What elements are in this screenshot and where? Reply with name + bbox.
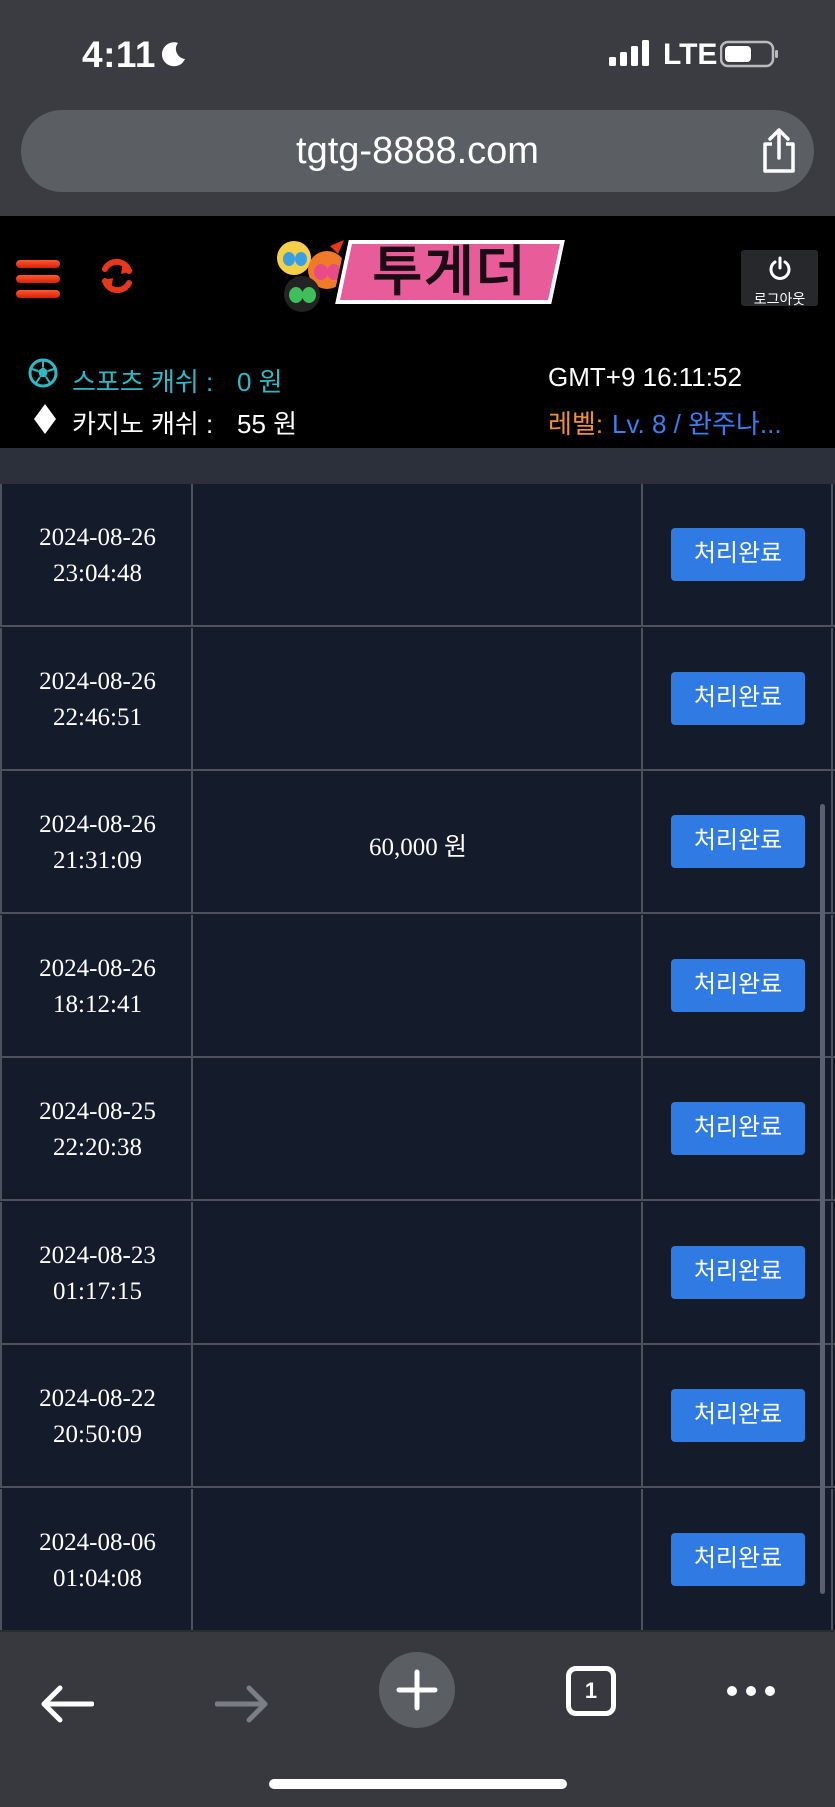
logout-label: 로그아웃 xyxy=(753,291,806,307)
tab-count: 1 xyxy=(584,1678,598,1703)
datetime-cell: 2024-08-26 22:46:51 xyxy=(0,627,191,771)
datetime-cell: 2024-08-06 01:04:08 xyxy=(0,1488,191,1630)
row-date: 2024-08-23 xyxy=(39,1241,156,1269)
row-amount: 60,000 원 xyxy=(368,834,467,861)
table-row: 2024-08-23 01:17:15 처리완료 xyxy=(0,1201,835,1345)
amount-cell xyxy=(191,1201,641,1345)
diamond-icon xyxy=(34,404,56,434)
home-indicator[interactable] xyxy=(269,1779,567,1789)
scrollbar[interactable] xyxy=(820,804,825,1594)
amount-cell xyxy=(191,1345,641,1488)
power-icon xyxy=(769,256,790,280)
site-header: 투게더 로그아웃 스포츠 캐쉬 : 0 원 카지노 캐쉬 : 55 원 GMT+… xyxy=(0,216,835,448)
row-time: 18:12:41 xyxy=(53,990,142,1018)
hamburger-menu-icon[interactable] xyxy=(16,260,60,300)
logo-wordmark: 투게더 xyxy=(335,240,565,304)
network-type: LTE xyxy=(663,38,718,71)
amount-cell xyxy=(191,1488,641,1630)
table-row: 2024-08-26 21:31:09 60,000 원 처리완료 xyxy=(0,771,835,914)
soccer-ball-icon xyxy=(28,358,58,388)
status-button[interactable]: 처리완료 xyxy=(671,1245,805,1299)
browser-toolbar: 1 xyxy=(0,1630,835,1807)
status-bar: 4:11 LTE xyxy=(0,0,835,104)
row-date: 2024-08-25 xyxy=(39,1098,156,1125)
row-date: 2024-08-06 xyxy=(39,1528,156,1556)
row-time: 01:17:15 xyxy=(53,1277,142,1305)
refresh-icon[interactable] xyxy=(97,256,137,296)
status-button[interactable]: 처리완료 xyxy=(671,815,805,868)
table-row: 2024-08-22 20:50:09 처리완료 xyxy=(0,1345,835,1488)
status-cell: 처리완료 xyxy=(641,1488,833,1630)
row-time: 23:04:48 xyxy=(53,560,142,587)
table-row: 2024-08-06 01:04:08 처리완료 xyxy=(0,1488,835,1630)
datetime-cell: 2024-08-23 01:17:15 xyxy=(0,1201,191,1345)
row-time: 20:50:09 xyxy=(53,1421,142,1448)
level-label: 레벨: xyxy=(548,409,604,439)
row-time: 22:20:38 xyxy=(53,1134,142,1161)
address-bar[interactable]: tgtg-8888.com xyxy=(21,110,814,192)
sports-cash-value: 0 원 xyxy=(237,367,283,397)
status-button[interactable]: 처리완료 xyxy=(671,1532,805,1586)
server-time: GMT+9 16:11:52 xyxy=(548,362,742,392)
status-button[interactable]: 처리완료 xyxy=(671,1102,805,1155)
url-text: tgtg-8888.com xyxy=(296,130,539,172)
casino-cash-value: 55 원 xyxy=(237,409,298,439)
status-cell: 처리완료 xyxy=(641,914,833,1058)
amount-cell xyxy=(191,914,641,1058)
status-cell: 처리완료 xyxy=(641,484,833,627)
datetime-cell: 2024-08-22 20:50:09 xyxy=(0,1345,191,1488)
row-time: 01:04:08 xyxy=(53,1564,142,1592)
clock: 4:11 xyxy=(82,34,157,75)
table-row: 2024-08-26 23:04:48 처리완료 xyxy=(0,484,835,627)
row-time: 22:46:51 xyxy=(53,703,142,731)
site-logo[interactable]: 투게더 xyxy=(270,234,565,326)
status-button[interactable]: 처리완료 xyxy=(671,1389,805,1442)
status-cell: 처리완료 xyxy=(641,1201,833,1345)
table-header xyxy=(0,448,835,484)
level-value: Lv. 8 / 완주나... xyxy=(612,409,782,439)
status-button[interactable]: 처리완료 xyxy=(671,671,805,725)
table-row: 2024-08-26 18:12:41 처리완료 xyxy=(0,914,835,1058)
logout-button[interactable]: 로그아웃 xyxy=(741,250,818,307)
datetime-cell: 2024-08-26 18:12:41 xyxy=(0,914,191,1058)
signal-icon xyxy=(609,40,649,66)
tabs-button[interactable]: 1 xyxy=(566,1666,616,1716)
datetime-cell: 2024-08-26 21:31:09 xyxy=(0,771,191,914)
status-button[interactable]: 처리완료 xyxy=(671,958,805,1012)
datetime-cell: 2024-08-26 23:04:48 xyxy=(0,484,191,627)
table-row: 2024-08-26 22:46:51 처리완료 xyxy=(0,627,835,771)
moon-icon xyxy=(161,42,185,67)
history-table: 2024-08-26 23:04:48 처리완료 2024-08-26 22:46:51… xyxy=(0,448,835,1630)
plus-icon xyxy=(396,1669,438,1711)
table-row: 2024-08-25 22:20:38 처리완료 xyxy=(0,1058,835,1201)
row-date: 2024-08-26 xyxy=(39,667,156,695)
forward-arrow-icon[interactable] xyxy=(215,1684,269,1724)
browser-address-area: tgtg-8888.com xyxy=(0,104,835,216)
row-date: 2024-08-22 xyxy=(39,1385,156,1412)
status-cell: 처리완료 xyxy=(641,771,833,914)
amount-cell xyxy=(191,1058,641,1201)
phone-screen: 4:11 LTE tgtg-8888.com 투게더 로그아웃 스포츠 캐쉬:… xyxy=(0,0,835,1807)
battery-icon xyxy=(720,40,778,68)
share-icon[interactable] xyxy=(759,128,799,174)
amount-cell xyxy=(191,627,641,771)
row-time: 21:31:09 xyxy=(53,847,142,874)
status-cell: 처리완료 xyxy=(641,627,833,771)
datetime-cell: 2024-08-25 22:20:38 xyxy=(0,1058,191,1201)
status-cell: 처리완료 xyxy=(641,1058,833,1201)
status-button[interactable]: 처리완료 xyxy=(671,528,805,581)
more-icon[interactable] xyxy=(726,1684,776,1698)
amount-cell xyxy=(191,484,641,627)
new-tab-button[interactable] xyxy=(379,1652,455,1728)
back-arrow-icon[interactable] xyxy=(40,1684,94,1724)
amount-cell: 60,000 원 xyxy=(191,771,641,914)
status-cell: 처리완료 xyxy=(641,1345,833,1488)
row-date: 2024-08-26 xyxy=(39,524,156,551)
casino-cash-label: 카지노 캐쉬 : xyxy=(72,409,214,439)
row-date: 2024-08-26 xyxy=(39,954,156,982)
row-date: 2024-08-26 xyxy=(39,811,156,838)
sports-cash-label: 스포츠 캐쉬 : xyxy=(72,367,214,397)
